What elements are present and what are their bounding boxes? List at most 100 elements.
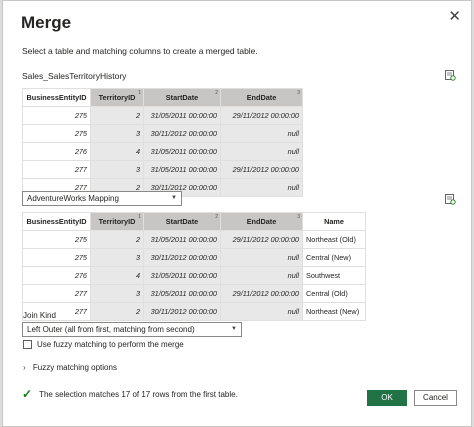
column-header-label: BusinessEntityID xyxy=(26,217,87,226)
table-cell: 31/05/2011 00:00:00 xyxy=(143,106,221,125)
table-cell: null xyxy=(220,124,303,143)
table-cell: 275 xyxy=(22,106,91,125)
second-table-dropdown[interactable]: AdventureWorks Mapping ▼ xyxy=(22,191,182,206)
table-cell: 2 xyxy=(90,302,144,321)
join-kind-selected: Left Outer (all from first, matching fro… xyxy=(27,325,195,334)
merge-dialog: Merge ✕ Select a table and matching colu… xyxy=(2,0,472,427)
table-cell: null xyxy=(220,142,303,161)
chevron-down-icon: ▼ xyxy=(171,195,177,201)
table-cell: 29/11/2012 00:00:00 xyxy=(220,160,303,179)
column-header[interactable]: EndDate 3 xyxy=(220,88,303,107)
join-order-number: 3 xyxy=(297,90,300,96)
chevron-down-icon: ▼ xyxy=(231,326,237,332)
column-header[interactable]: TerritoryID 1 xyxy=(90,212,144,231)
column-header[interactable]: BusinessEntityID xyxy=(22,88,91,107)
table-row: 276 4 31/05/2011 00:00:00 null Southwest xyxy=(22,266,366,285)
table-cell: null xyxy=(220,302,303,321)
table-cell: 4 xyxy=(90,266,144,285)
table-cell: 31/05/2011 00:00:00 xyxy=(143,142,221,161)
table-cell: Central (Old) xyxy=(302,284,366,303)
column-header[interactable]: Name xyxy=(302,212,366,231)
table-cell: 31/05/2011 00:00:00 xyxy=(143,160,221,179)
table-cell: 276 xyxy=(22,266,91,285)
column-header-label: StartDate xyxy=(165,217,199,226)
second-table-preview: BusinessEntityID TerritoryID 1 StartDate 2 En… xyxy=(22,212,366,321)
column-header[interactable]: StartDate 2 xyxy=(143,212,221,231)
column-header-label: BusinessEntityID xyxy=(26,93,87,102)
table-cell: Northeast (New) xyxy=(302,302,366,321)
dialog-description: Select a table and matching columns to c… xyxy=(22,46,258,56)
join-kind-label: Join Kind xyxy=(23,311,56,320)
table-row: 277 3 31/05/2011 00:00:00 29/11/2012 00:00:… xyxy=(22,284,366,303)
column-header-label: EndDate xyxy=(246,93,277,102)
first-table-preview: BusinessEntityID TerritoryID 1 StartDate 2 En… xyxy=(22,88,303,197)
fuzzy-options-label: Fuzzy matching options xyxy=(32,363,117,372)
table-cell: 277 xyxy=(22,284,91,303)
table-cell: 276 xyxy=(22,142,91,161)
column-header[interactable]: EndDate 3 xyxy=(220,212,303,231)
close-icon[interactable]: ✕ xyxy=(448,7,461,25)
table-cell: Southwest xyxy=(302,266,366,285)
table-cell: 3 xyxy=(90,160,144,179)
column-header-label: Name xyxy=(324,217,344,226)
chevron-right-icon: › xyxy=(23,363,26,372)
column-header[interactable]: TerritoryID 1 xyxy=(90,88,144,107)
column-header-label: TerritoryID xyxy=(98,217,136,226)
table-row: 277 2 30/11/2012 00:00:00 null Northeast (Ne… xyxy=(22,302,366,321)
table-cell: null xyxy=(220,178,303,197)
fuzzy-matching-options-toggle[interactable]: › Fuzzy matching options xyxy=(23,363,117,372)
join-order-number: 2 xyxy=(215,90,218,96)
join-order-number: 1 xyxy=(138,90,141,96)
table-cell: 275 xyxy=(22,248,91,267)
table-cell: 31/05/2011 00:00:00 xyxy=(143,266,221,285)
join-kind-dropdown[interactable]: Left Outer (all from first, matching fro… xyxy=(22,322,242,337)
table-cell: 30/11/2012 00:00:00 xyxy=(143,124,221,143)
second-table-selected: AdventureWorks Mapping xyxy=(27,194,119,203)
table-row: 275 3 30/11/2012 00:00:00 null xyxy=(22,124,303,143)
cancel-button[interactable]: Cancel xyxy=(414,390,457,406)
fuzzy-matching-label: Use fuzzy matching to perform the merge xyxy=(37,340,184,349)
table-row: 275 3 30/11/2012 00:00:00 null Central (New) xyxy=(22,248,366,267)
table-cell: 29/11/2012 00:00:00 xyxy=(220,106,303,125)
join-order-number: 2 xyxy=(215,214,218,220)
match-status: ✓ The selection matches 17 of 17 rows fr… xyxy=(22,387,238,401)
join-order-number: 3 xyxy=(297,214,300,220)
table-cell: 3 xyxy=(90,124,144,143)
table-cell: 3 xyxy=(90,248,144,267)
table-cell: 31/05/2011 00:00:00 xyxy=(143,284,221,303)
table-preview-icon[interactable] xyxy=(444,193,456,205)
column-header[interactable]: BusinessEntityID xyxy=(22,212,91,231)
check-icon: ✓ xyxy=(22,387,33,401)
table-cell: 30/11/2012 00:00:00 xyxy=(143,302,221,321)
table-row: 275 2 31/05/2011 00:00:00 29/11/2012 00:00:… xyxy=(22,106,303,125)
table-row: 275 2 31/05/2011 00:00:00 29/11/2012 00:00:… xyxy=(22,230,366,249)
dialog-title: Merge xyxy=(21,13,72,32)
table-cell: 29/11/2012 00:00:00 xyxy=(220,230,303,249)
ok-button[interactable]: OK xyxy=(367,390,407,406)
table-cell: 275 xyxy=(22,124,91,143)
column-header-label: EndDate xyxy=(246,217,277,226)
table-cell: 29/11/2012 00:00:00 xyxy=(220,284,303,303)
column-header-label: TerritoryID xyxy=(98,93,136,102)
table-cell: null xyxy=(220,248,303,267)
table-row: 277 3 31/05/2011 00:00:00 29/11/2012 00:00:… xyxy=(22,160,303,179)
table-cell: 3 xyxy=(90,284,144,303)
table-cell: 31/05/2011 00:00:00 xyxy=(143,230,221,249)
table-cell: 2 xyxy=(90,230,144,249)
match-status-text: The selection matches 17 of 17 rows from… xyxy=(39,389,238,399)
table-cell: 2 xyxy=(90,106,144,125)
table-cell: null xyxy=(220,266,303,285)
fuzzy-matching-checkbox[interactable]: Use fuzzy matching to perform the merge xyxy=(23,340,184,349)
first-table-name: Sales_SalesTerritoryHistory xyxy=(22,71,127,81)
table-preview-icon[interactable] xyxy=(444,69,456,81)
table-cell: 275 xyxy=(22,230,91,249)
column-header[interactable]: StartDate 2 xyxy=(143,88,221,107)
table-row: 276 4 31/05/2011 00:00:00 null xyxy=(22,142,303,161)
checkbox-box[interactable] xyxy=(23,340,32,349)
table-cell: Northeast (Old) xyxy=(302,230,366,249)
table-cell: 4 xyxy=(90,142,144,161)
column-header-label: StartDate xyxy=(165,93,199,102)
join-order-number: 1 xyxy=(138,214,141,220)
table-cell: 30/11/2012 00:00:00 xyxy=(143,248,221,267)
table-cell: Central (New) xyxy=(302,248,366,267)
